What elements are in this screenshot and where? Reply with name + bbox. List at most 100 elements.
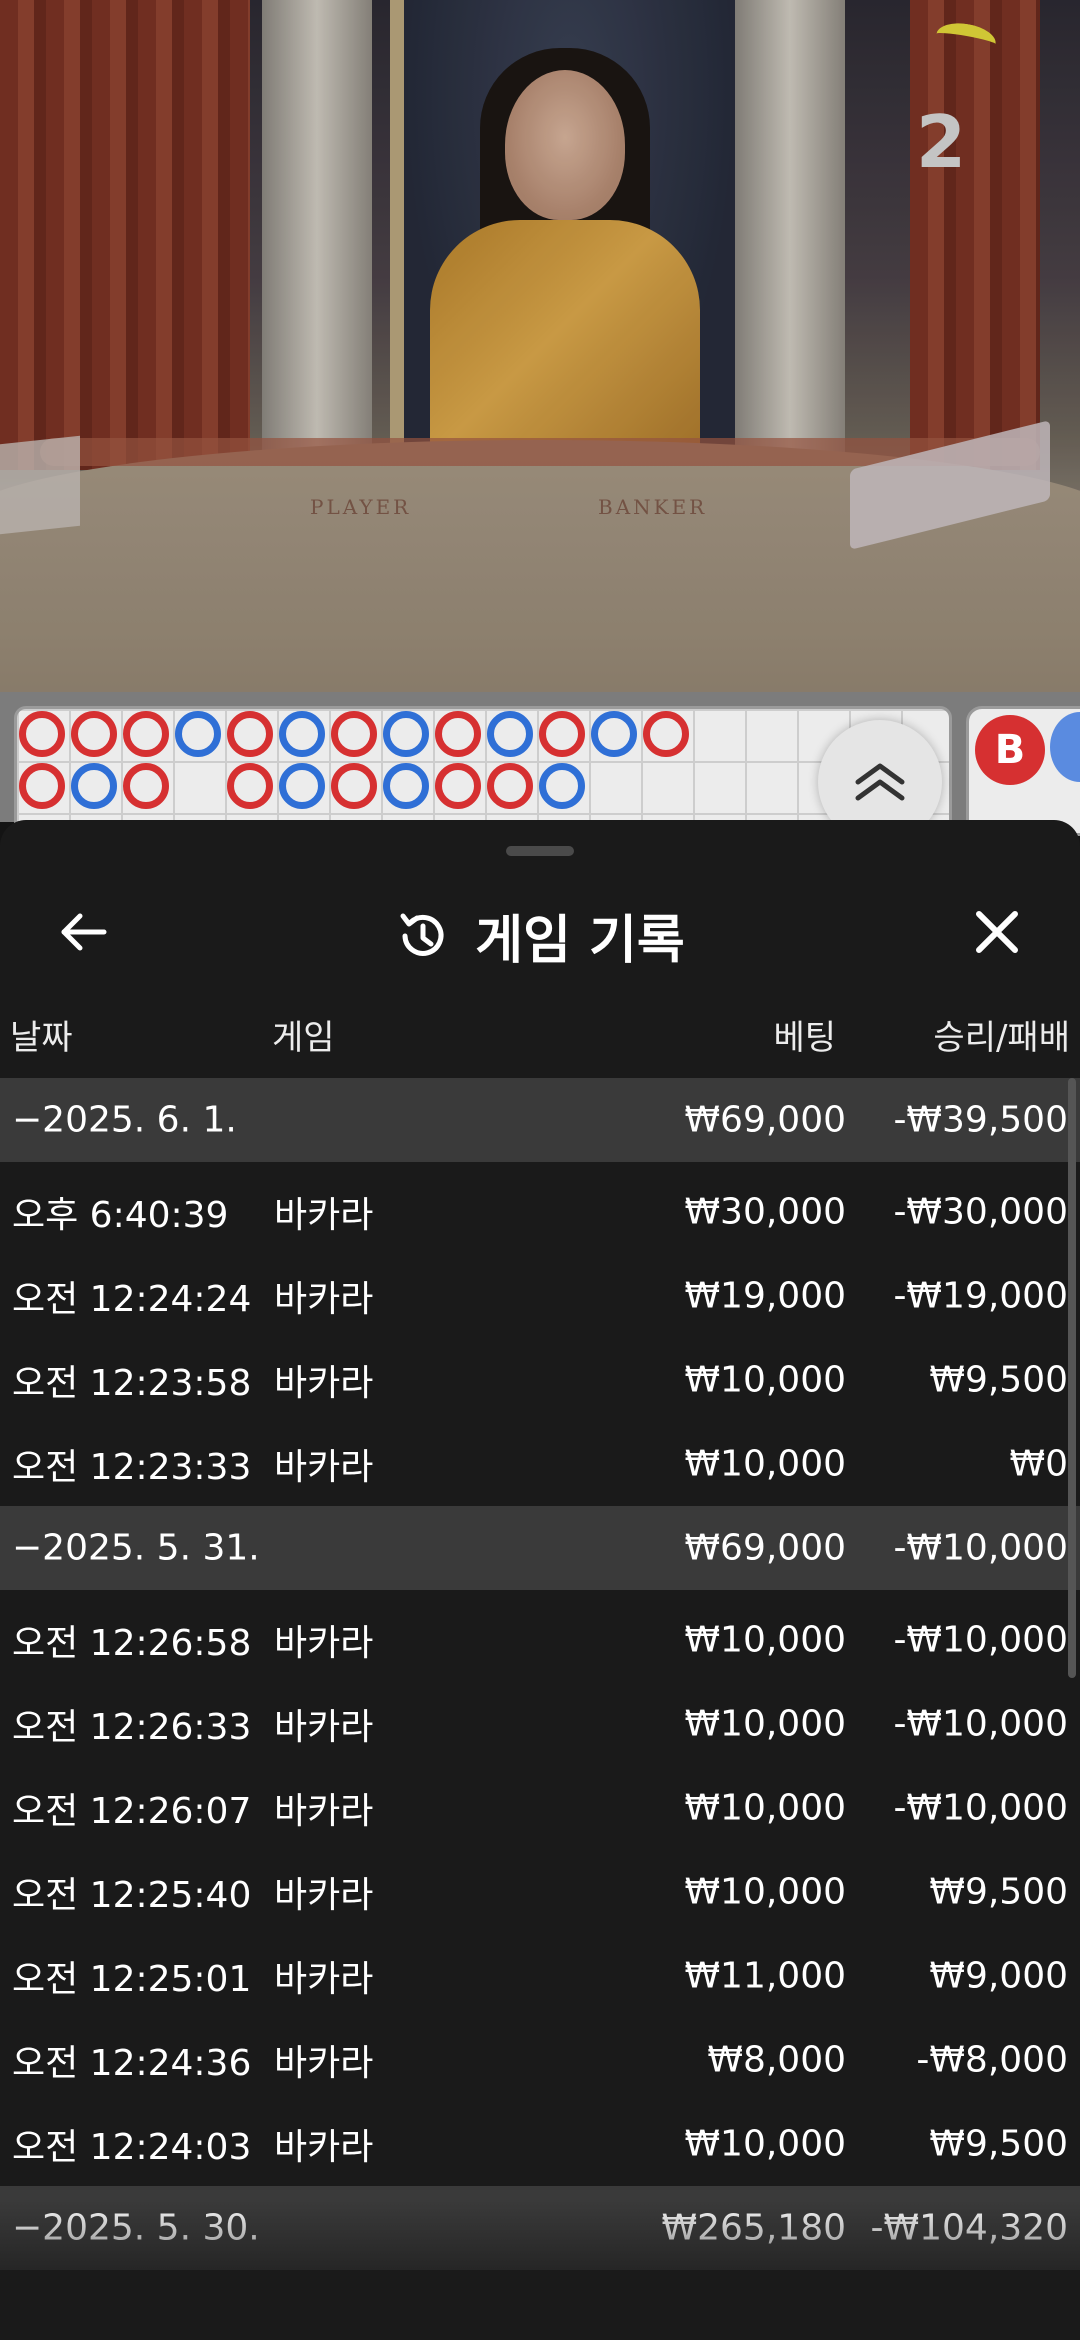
row-bet: ₩19,000: [684, 1275, 846, 1317]
row-bet: ₩11,000: [684, 1955, 846, 1997]
row-win-loss: ₩9,500: [929, 1359, 1068, 1401]
history-row[interactable]: 오후 6:40:39 바카라 ₩30,000 -₩30,000: [0, 1170, 1080, 1254]
row-win-loss: ₩9,000: [929, 1955, 1068, 1997]
banker-bead: [539, 711, 585, 757]
row-time: 오전 12:26:07: [12, 1791, 252, 1832]
row-game: 바카라: [274, 1363, 374, 1404]
player-bead: [539, 763, 585, 809]
close-button[interactable]: [962, 902, 1032, 962]
sheet-grabber[interactable]: [506, 846, 574, 856]
row-bet: ₩10,000: [684, 1871, 846, 1913]
history-row[interactable]: 오전 12:24:24 바카라 ₩19,000 -₩19,000: [0, 1254, 1080, 1338]
sheet-header: 게임 기록: [0, 880, 1080, 980]
chevron-double-up-icon: [855, 763, 905, 801]
row-bet: ₩10,000: [684, 1619, 846, 1661]
row-win-loss: ₩9,500: [929, 1871, 1068, 1913]
history-row[interactable]: 오전 12:24:03 바카라 ₩10,000 ₩9,500: [0, 2102, 1080, 2186]
history-row[interactable]: 오전 12:23:33 바카라 ₩10,000 ₩0: [0, 1422, 1080, 1506]
history-row[interactable]: 오전 12:26:58 바카라 ₩10,000 -₩10,000: [0, 1598, 1080, 1682]
group-date: −2025. 6. 1.: [12, 1099, 237, 1141]
row-game: 바카라: [274, 1195, 374, 1236]
player-bead: [487, 711, 533, 757]
row-game: 바카라: [274, 1707, 374, 1748]
row-time: 오전 12:24:36: [12, 2043, 252, 2084]
row-bet: ₩30,000: [684, 1191, 846, 1233]
banker-chip: B: [975, 715, 1045, 785]
banker-bead: [123, 711, 169, 757]
row-bet: ₩10,000: [684, 1359, 846, 1401]
history-row[interactable]: 오전 12:26:07 바카라 ₩10,000 -₩10,000: [0, 1766, 1080, 1850]
row-time: 오전 12:25:01: [12, 1959, 252, 2000]
row-time: 오전 12:26:58: [12, 1623, 252, 1664]
row-game: 바카라: [274, 1791, 374, 1832]
history-row[interactable]: 오전 12:25:40 바카라 ₩10,000 ₩9,500: [0, 1850, 1080, 1934]
big-road-grid[interactable]: [14, 706, 952, 836]
row-game: 바카라: [274, 2043, 374, 2084]
column-bet: 베팅: [773, 1018, 836, 1058]
banker-bead: [19, 711, 65, 757]
game-history-sheet: 게임 기록 날짜 게임 베팅 승리/패배 −2025. 6. 1. ₩69,000…: [0, 820, 1080, 2340]
banker-bead: [19, 763, 65, 809]
group-bet-total: ₩69,000: [684, 1527, 846, 1569]
banker-bead: [643, 711, 689, 757]
banker-bead: [487, 763, 533, 809]
row-time: 오전 12:24:24: [12, 1279, 252, 1320]
banker-bead: [435, 711, 481, 757]
group-bet-total: ₩69,000: [684, 1099, 846, 1141]
row-game: 바카라: [274, 2127, 374, 2168]
history-list[interactable]: −2025. 6. 1. ₩69,000 -₩39,500 오후 6:40:39 바카라…: [0, 1078, 1080, 2270]
group-date: −2025. 5. 30.: [12, 2207, 260, 2249]
banker-bead: [71, 711, 117, 757]
banker-bead: [227, 711, 273, 757]
group-win-loss-total: -₩39,500: [893, 1099, 1068, 1141]
row-bet: ₩10,000: [684, 1787, 846, 1829]
row-win-loss: -₩10,000: [893, 1703, 1068, 1745]
row-win-loss: ₩9,500: [929, 2123, 1068, 2165]
history-row[interactable]: 오전 12:23:58 바카라 ₩10,000 ₩9,500: [0, 1338, 1080, 1422]
title-wrap: 게임 기록: [0, 898, 1080, 973]
row-time: 오전 12:23:33: [12, 1447, 252, 1488]
banker-bead: [435, 763, 481, 809]
group-date: −2025. 5. 31.: [12, 1527, 260, 1569]
row-time: 오후 6:40:39: [12, 1195, 229, 1236]
banker-bead: [123, 763, 169, 809]
history-row[interactable]: 오전 12:24:36 바카라 ₩8,000 -₩8,000: [0, 2018, 1080, 2102]
row-win-loss: ₩0: [1009, 1443, 1069, 1485]
date-group-header[interactable]: −2025. 5. 30. ₩265,180 -₩104,320: [0, 2186, 1080, 2270]
group-win-loss-total: -₩104,320: [870, 2207, 1068, 2249]
scrollbar[interactable]: [1068, 1078, 1076, 1678]
banker-bead: [331, 711, 377, 757]
date-group-header[interactable]: −2025. 6. 1. ₩69,000 -₩39,500: [0, 1078, 1080, 1162]
row-game: 바카라: [274, 1623, 374, 1664]
history-icon: [400, 913, 444, 956]
page-title: 게임 기록: [475, 911, 685, 971]
row-time: 오전 12:24:03: [12, 2127, 252, 2168]
row-win-loss: -₩10,000: [893, 1787, 1068, 1829]
row-time: 오전 12:23:58: [12, 1363, 252, 1404]
history-row[interactable]: 오전 12:26:33 바카라 ₩10,000 -₩10,000: [0, 1682, 1080, 1766]
player-bead: [383, 763, 429, 809]
row-bet: ₩10,000: [684, 2123, 846, 2165]
row-bet: ₩10,000: [684, 1703, 846, 1745]
column-win-loss: 승리/패배: [933, 1018, 1070, 1058]
date-group-header[interactable]: −2025. 5. 31. ₩69,000 -₩10,000: [0, 1506, 1080, 1590]
row-time: 오전 12:26:33: [12, 1707, 252, 1748]
live-video: PLAYER BANKER 2: [0, 0, 1080, 692]
row-game: 바카라: [274, 1447, 374, 1488]
group-win-loss-total: -₩10,000: [893, 1527, 1068, 1569]
player-bead: [279, 763, 325, 809]
player-bead: [591, 711, 637, 757]
row-win-loss: -₩10,000: [893, 1619, 1068, 1661]
banker-bead: [331, 763, 377, 809]
player-bead: [279, 711, 325, 757]
column-headers: 날짜 게임 베팅 승리/패배: [0, 1010, 1080, 1060]
group-bet-total: ₩265,180: [661, 2207, 846, 2249]
row-bet: ₩8,000: [707, 2039, 846, 2081]
row-game: 바카라: [274, 1959, 374, 2000]
row-bet: ₩10,000: [684, 1443, 846, 1485]
row-time: 오전 12:25:40: [12, 1875, 252, 1916]
history-row[interactable]: 오전 12:25:01 바카라 ₩11,000 ₩9,000: [0, 1934, 1080, 2018]
row-win-loss: -₩30,000: [893, 1191, 1068, 1233]
column-date: 날짜: [10, 1018, 73, 1058]
close-icon: [976, 911, 1018, 953]
